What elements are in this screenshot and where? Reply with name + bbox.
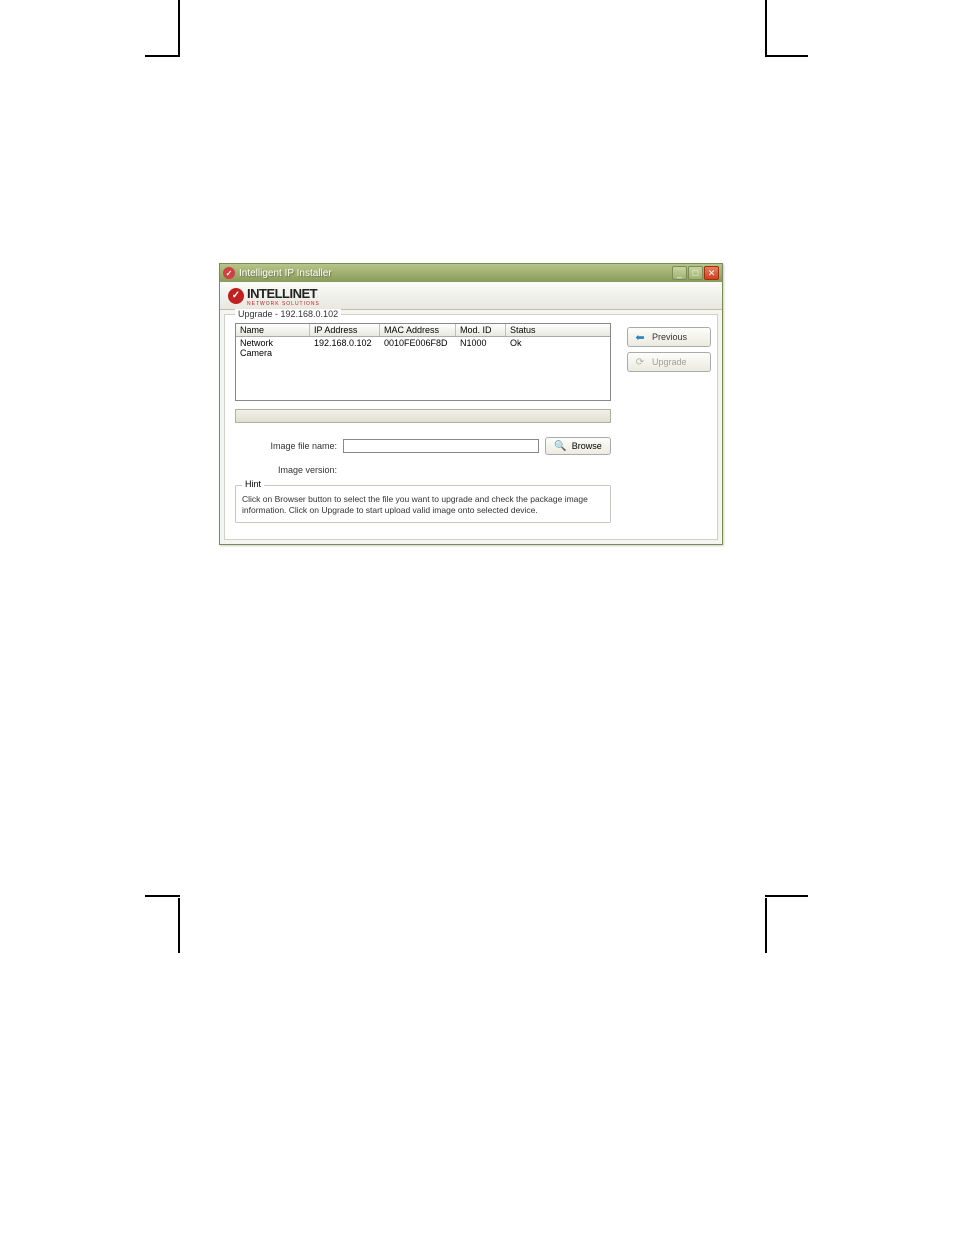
content-area: Upgrade - 192.168.0.102 Name IP Address … xyxy=(224,314,718,540)
browse-label: Browse xyxy=(572,441,602,451)
table-row[interactable]: Network Camera 192.168.0.102 0010FE006F8… xyxy=(236,337,610,359)
crop-mark xyxy=(178,0,180,55)
cell-mac: 0010FE006F8D xyxy=(380,337,456,359)
logo-icon xyxy=(228,288,244,304)
table-header: Name IP Address MAC Address Mod. ID Stat… xyxy=(236,324,610,337)
cell-mod: N1000 xyxy=(456,337,506,359)
table-body: Network Camera 192.168.0.102 0010FE006F8… xyxy=(236,337,610,400)
cell-ip: 192.168.0.102 xyxy=(310,337,380,359)
maximize-button[interactable]: □ xyxy=(688,266,703,280)
hint-title: Hint xyxy=(242,479,264,489)
progress-bar xyxy=(235,409,611,423)
col-header-ip[interactable]: IP Address xyxy=(310,324,380,336)
app-icon xyxy=(223,267,235,279)
image-file-input[interactable] xyxy=(343,439,539,453)
titlebar[interactable]: Intelligent IP Installer _ □ ✕ xyxy=(220,264,722,282)
image-version-label: Image version: xyxy=(265,465,337,475)
main-panel: Upgrade - 192.168.0.102 Name IP Address … xyxy=(225,315,621,539)
previous-button[interactable]: ⬅ Previous xyxy=(627,327,711,347)
crop-mark xyxy=(765,898,767,953)
crop-mark xyxy=(765,895,808,897)
previous-label: Previous xyxy=(652,332,687,342)
crop-mark xyxy=(145,895,180,897)
logo-text: INTELLINET xyxy=(247,286,317,301)
app-window: Intelligent IP Installer _ □ ✕ INTELLINE… xyxy=(219,263,723,545)
hint-group: Hint Click on Browser button to select t… xyxy=(235,485,611,523)
minimize-button[interactable]: _ xyxy=(672,266,687,280)
crop-mark xyxy=(765,0,767,55)
device-table: Name IP Address MAC Address Mod. ID Stat… xyxy=(235,323,611,401)
logo-bar: INTELLINET NETWORK SOLUTIONS xyxy=(220,282,722,310)
col-header-mod[interactable]: Mod. ID xyxy=(456,324,506,336)
upgrade-button[interactable]: ⟳ Upgrade xyxy=(627,352,711,372)
browse-button[interactable]: 🔍 Browse xyxy=(545,437,611,455)
side-panel: ⬅ Previous ⟳ Upgrade xyxy=(621,315,717,539)
close-button[interactable]: ✕ xyxy=(704,266,719,280)
hint-text: Click on Browser button to select the fi… xyxy=(242,494,604,516)
brand-logo: INTELLINET NETWORK SOLUTIONS xyxy=(228,285,320,307)
arrow-left-icon: ⬅ xyxy=(634,331,646,344)
crop-mark xyxy=(145,55,180,57)
image-file-label: Image file name: xyxy=(265,441,337,451)
col-header-name[interactable]: Name xyxy=(236,324,310,336)
group-title: Upgrade - 192.168.0.102 xyxy=(235,309,341,319)
upgrade-label: Upgrade xyxy=(652,357,687,367)
refresh-icon: ⟳ xyxy=(634,357,646,368)
window-title: Intelligent IP Installer xyxy=(239,268,668,279)
logo-subtitle: NETWORK SOLUTIONS xyxy=(247,302,320,307)
col-header-mac[interactable]: MAC Address xyxy=(380,324,456,336)
cell-name: Network Camera xyxy=(236,337,310,359)
crop-mark xyxy=(765,55,808,57)
cell-status: Ok xyxy=(506,337,610,359)
crop-mark xyxy=(178,898,180,953)
search-icon: 🔍 xyxy=(554,441,566,452)
col-header-status[interactable]: Status xyxy=(506,324,610,336)
